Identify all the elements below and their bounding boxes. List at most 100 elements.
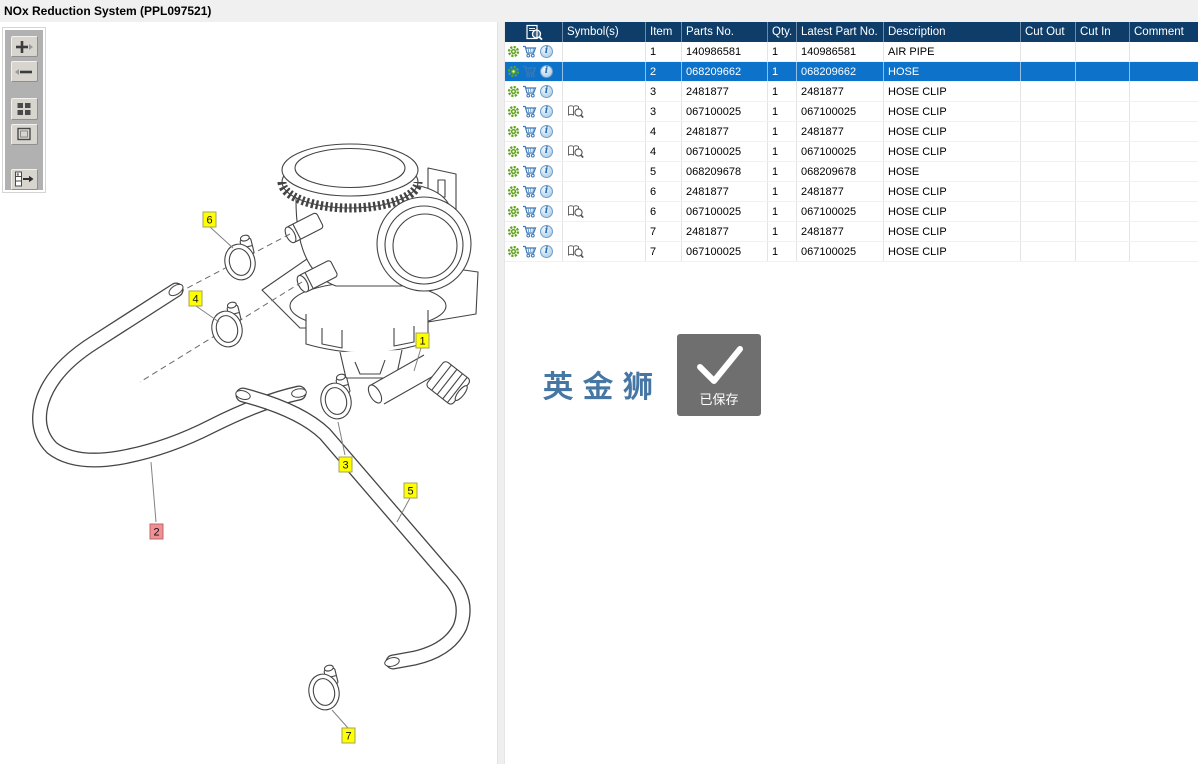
item-cell: 4 <box>646 122 682 141</box>
col-header-parts-no[interactable]: Parts No. <box>682 22 768 42</box>
cart-icon[interactable] <box>522 165 538 178</box>
gear-icon[interactable] <box>507 85 520 98</box>
latest-part-no-cell: 068209678 <box>797 162 884 181</box>
gear-icon[interactable] <box>507 165 520 178</box>
tile-view-button[interactable] <box>11 98 38 119</box>
grid-squares-icon <box>16 102 32 116</box>
part-hose-5[interactable] <box>235 389 463 668</box>
cart-icon[interactable] <box>522 245 538 258</box>
col-header-description[interactable]: Description <box>884 22 1021 42</box>
latest-part-no-cell: 2481877 <box>797 222 884 241</box>
description-cell: HOSE CLIP <box>884 102 1021 121</box>
zoom-in-button[interactable] <box>11 36 38 57</box>
valve-assembly[interactable] <box>262 144 478 378</box>
part-hose-clamp-4[interactable] <box>206 301 246 350</box>
col-header-symbols[interactable]: Symbol(s) <box>563 22 646 42</box>
symbol-illustration-icon[interactable] <box>567 244 585 260</box>
zoom-out-button[interactable] <box>11 61 38 82</box>
symbols-cell <box>563 222 646 241</box>
gear-icon[interactable] <box>507 125 520 138</box>
info-icon[interactable]: i <box>540 245 553 258</box>
cart-icon[interactable] <box>522 145 538 158</box>
table-row[interactable]: i70671000251067100025HOSE CLIP <box>505 242 1198 262</box>
info-icon[interactable]: i <box>540 125 553 138</box>
item-cell: 6 <box>646 182 682 201</box>
qty-cell: 1 <box>768 82 797 101</box>
info-icon[interactable]: i <box>540 205 553 218</box>
info-icon[interactable]: i <box>540 85 553 98</box>
actions-cell: i <box>505 182 563 201</box>
callout-5[interactable]: 5 <box>397 483 417 522</box>
table-row[interactable]: i11409865811140986581AIR PIPE <box>505 42 1198 62</box>
col-header-comment[interactable]: Comment <box>1130 22 1198 42</box>
app-window: NOx Reduction System (PPL097521) <box>0 0 1198 764</box>
info-icon[interactable]: i <box>540 225 553 238</box>
gear-icon[interactable] <box>507 225 520 238</box>
panel-arrow-icon <box>14 171 34 187</box>
cut-out-cell <box>1021 222 1076 241</box>
col-header-qty[interactable]: Qty. <box>768 22 797 42</box>
col-header-item[interactable]: Item <box>646 22 682 42</box>
table-row[interactable]: i40671000251067100025HOSE CLIP <box>505 142 1198 162</box>
fit-view-button[interactable] <box>11 124 38 145</box>
gear-icon[interactable] <box>507 45 520 58</box>
callout-7[interactable]: 7 <box>332 710 355 743</box>
callout-6[interactable]: 6 <box>203 212 233 248</box>
callout-2[interactable]: 2 <box>150 462 163 539</box>
actions-cell: i <box>505 102 563 121</box>
part-hose-clamp-7[interactable] <box>303 664 343 713</box>
parts-no-cell: 140986581 <box>682 42 768 61</box>
col-header-cut-in[interactable]: Cut In <box>1076 22 1130 42</box>
info-icon[interactable]: i <box>540 45 553 58</box>
symbol-illustration-icon[interactable] <box>567 204 585 220</box>
info-icon[interactable]: i <box>540 145 553 158</box>
table-row[interactable]: i50682096781068209678HOSE <box>505 162 1198 182</box>
col-header-latest-part-no[interactable]: Latest Part No. <box>797 22 884 42</box>
part-hose-2[interactable] <box>40 282 307 460</box>
description-cell: AIR PIPE <box>884 42 1021 61</box>
latest-part-no-cell: 067100025 <box>797 102 884 121</box>
part-hose-clamp-3[interactable] <box>315 373 355 422</box>
cart-icon[interactable] <box>522 185 538 198</box>
symbol-illustration-icon[interactable] <box>567 144 585 160</box>
cart-icon[interactable] <box>522 225 538 238</box>
saved-toast-label: 已保存 <box>699 389 738 408</box>
cart-icon[interactable] <box>522 125 538 138</box>
table-row[interactable]: i7248187712481877HOSE CLIP <box>505 222 1198 242</box>
table-row[interactable]: i30671000251067100025HOSE CLIP <box>505 102 1198 122</box>
cart-icon[interactable] <box>522 105 538 118</box>
cart-icon[interactable] <box>522 65 538 78</box>
symbol-illustration-icon[interactable] <box>567 104 585 120</box>
gear-icon[interactable] <box>507 105 520 118</box>
toggle-panel-button[interactable] <box>11 169 38 190</box>
actions-cell: i <box>505 82 563 101</box>
panel-splitter[interactable] <box>497 22 505 764</box>
diagram-panel[interactable]: 1 2 3 4 5 <box>0 22 497 764</box>
info-icon[interactable]: i <box>540 65 553 78</box>
gear-icon[interactable] <box>507 185 520 198</box>
cart-icon[interactable] <box>522 205 538 218</box>
qty-cell: 1 <box>768 222 797 241</box>
info-icon[interactable]: i <box>540 165 553 178</box>
table-row[interactable]: i4248187712481877HOSE CLIP <box>505 122 1198 142</box>
symbols-cell <box>563 62 646 81</box>
col-header-cut-out[interactable]: Cut Out <box>1021 22 1076 42</box>
table-row[interactable]: i60671000251067100025HOSE CLIP <box>505 202 1198 222</box>
table-body: i11409865811140986581AIR PIPEi2068209662… <box>505 42 1198 262</box>
gear-icon[interactable] <box>507 245 520 258</box>
table-row[interactable]: i3248187712481877HOSE CLIP <box>505 82 1198 102</box>
cart-icon[interactable] <box>522 45 538 58</box>
gear-icon[interactable] <box>507 65 520 78</box>
table-row[interactable]: i6248187712481877HOSE CLIP <box>505 182 1198 202</box>
info-icon[interactable]: i <box>540 105 553 118</box>
latest-part-no-cell: 2481877 <box>797 182 884 201</box>
gear-icon[interactable] <box>507 145 520 158</box>
svg-text:3: 3 <box>342 460 348 472</box>
info-icon[interactable]: i <box>540 185 553 198</box>
table-row-selected[interactable]: i20682096621068209662HOSE <box>505 62 1198 82</box>
catalog-search-header-cell[interactable] <box>505 22 563 42</box>
description-cell: HOSE CLIP <box>884 202 1021 221</box>
gear-icon[interactable] <box>507 205 520 218</box>
watermark-text: 英金狮 <box>543 362 663 406</box>
cart-icon[interactable] <box>522 85 538 98</box>
